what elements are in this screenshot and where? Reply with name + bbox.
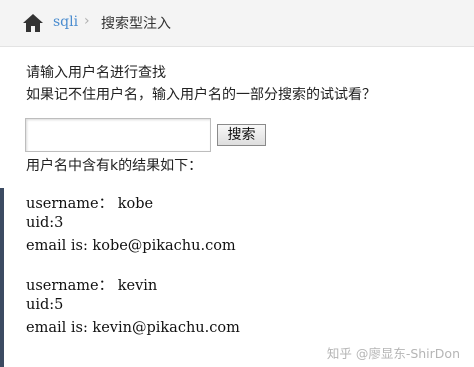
result-uid: uid:3 xyxy=(26,215,64,231)
breadcrumb-link-sqli[interactable]: sqli xyxy=(53,14,78,30)
result-username: username： kevin xyxy=(26,278,158,294)
search-button[interactable]: 搜索 xyxy=(217,124,266,146)
result-email: email is: kevin@pikachu.com xyxy=(26,320,240,336)
chevron-right-icon: › xyxy=(84,13,90,29)
search-hint: 如果记不住用户名，输入用户名的一部分搜索的试试看？ xyxy=(26,87,376,103)
breadcrumb: sqli › 搜索型注入 xyxy=(0,0,474,47)
search-input[interactable] xyxy=(25,118,211,152)
content-left-border xyxy=(0,188,4,367)
result-uid: uid:5 xyxy=(26,297,64,313)
result-email: email is: kobe@pikachu.com xyxy=(26,238,236,254)
result-heading: 用户名中含有k的结果如下： xyxy=(26,158,203,174)
search-prompt: 请输入用户名进行查找 xyxy=(26,65,166,81)
result-username: username： kobe xyxy=(26,196,154,212)
home-icon[interactable] xyxy=(22,13,44,33)
watermark: 知乎 @廖显东-ShirDon xyxy=(326,346,460,361)
breadcrumb-current: 搜索型注入 xyxy=(101,16,171,32)
